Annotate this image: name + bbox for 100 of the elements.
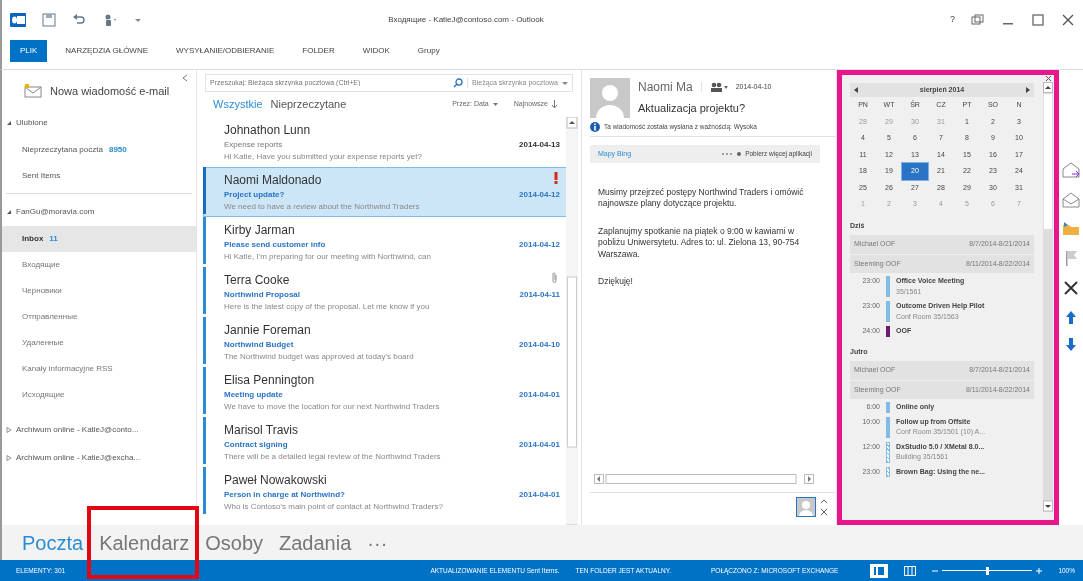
ribbon-tab[interactable]: WIDOK xyxy=(352,40,400,62)
message-item[interactable]: Paweł Nowakowski Person in charge at Northwind? Who is Contoso's main point of contact at Northwind Traders? 2014-04-01 xyxy=(203,466,567,517)
folder-item[interactable]: Kanały informacyjne RSS xyxy=(2,355,196,382)
preview-text: The Northwind budget was approved at today's board xyxy=(224,350,415,363)
nav-item[interactable]: Zadania xyxy=(275,527,356,558)
preview-text: We need to have a review about the Northwind Traders xyxy=(224,200,421,213)
zoom-slider[interactable] xyxy=(942,566,1033,575)
group-header[interactable]: FanGu@moravia.com xyxy=(16,205,95,218)
message-item[interactable]: Terra Cooke Northwind Proposal Here is the latest copy of the proposal. Let me know if you 2014-04-11 xyxy=(203,266,567,317)
reading-view-icon[interactable] xyxy=(904,565,917,576)
folder-item[interactable]: Входящие xyxy=(2,251,196,278)
ribbon-tab[interactable]: NARZĘDZIA GŁÓWNE xyxy=(55,40,159,62)
undo-icon[interactable] xyxy=(72,14,86,26)
caret-icon xyxy=(562,80,568,86)
filter-tab[interactable]: Nieprzeczytane xyxy=(270,96,347,113)
scrollbar[interactable] xyxy=(566,116,578,525)
close-icon[interactable] xyxy=(1061,14,1075,26)
folder-item[interactable]: Inbox 11 xyxy=(2,225,196,252)
message-item[interactable]: Kirby Jarman Please send customer info Hi Katie, I'm preparing for our meeting with Northwind, can 2014-04-12 xyxy=(203,216,567,267)
folder-item[interactable]: Archiwum online - KatieJ@conto... xyxy=(16,423,139,436)
sender-name: Kirby Jarman xyxy=(224,221,296,239)
outlook-logo-icon[interactable] xyxy=(10,12,26,28)
subject-text: Aktualizacja projektu? xyxy=(638,101,746,116)
folder-item[interactable]: Отправленные xyxy=(2,303,196,330)
down-arrow-icon xyxy=(552,100,557,109)
collapsed-icon[interactable] xyxy=(6,426,12,433)
message-item[interactable]: Marisol Travis Contract signing There will be a detailed legal review of the Northwind Traders 2014-04-01 xyxy=(203,416,567,467)
nav-item[interactable]: Osoby xyxy=(201,527,268,558)
folder-item[interactable]: Archiwum online - KatieJ@excha... xyxy=(16,451,141,464)
previous-month-icon[interactable] xyxy=(854,87,859,93)
preview-text: Hi Katie, Have you submitted your expense reports yet? xyxy=(224,150,423,163)
next-month-icon[interactable] xyxy=(1025,87,1030,93)
envelope-arrow-icon[interactable] xyxy=(1062,162,1080,178)
body-paragraph: Zaplanujmy spotkanie na piątek o 9:00 w kawiarni w pobliżu Uniwersytetu. Adres to: ul. Zielona 13, 90-754 Warszawa. xyxy=(598,225,801,261)
preview-text: There will be a detailed legal review of the Northwind Traders xyxy=(224,450,442,463)
ribbon-tab[interactable]: Grupy xyxy=(407,40,450,62)
horizontal-scrollbar[interactable] xyxy=(594,474,814,484)
scrollbar[interactable] xyxy=(1043,82,1053,512)
search-icon[interactable] xyxy=(453,78,463,88)
nav-item[interactable]: Kalendarz xyxy=(95,527,194,558)
people-icon[interactable] xyxy=(709,82,728,92)
unread-count: 8950 xyxy=(108,144,127,154)
sender-name: Terra Cooke xyxy=(224,271,291,289)
restore-icon[interactable] xyxy=(971,14,985,26)
expand-collapse-icon[interactable] xyxy=(820,497,828,517)
message-item[interactable]: Johnathon Lunn Expense reports Hi Katie, Have you submitted your expense reports yet? 2014-04-13 xyxy=(203,116,567,167)
delete-icon[interactable] xyxy=(1063,280,1079,296)
caret-icon[interactable] xyxy=(134,16,142,24)
flag-icon[interactable] xyxy=(1064,250,1078,266)
ribbon-tab[interactable]: FOLDER xyxy=(292,40,345,62)
message-item[interactable]: Naomi Maldonado Project update? We need to have a review about the Northwind Traders 2014-04-12 xyxy=(203,166,567,217)
expanded-icon[interactable] xyxy=(6,119,12,126)
folder-icon[interactable] xyxy=(1062,222,1080,236)
unread-count: 11 xyxy=(49,233,58,243)
preview-text: Hi Katie, I'm preparing for our meeting with Northwind, can xyxy=(224,250,432,263)
ribbon-tab[interactable]: WYSYŁANIE/ODBIERANIE xyxy=(166,40,285,62)
maximize-icon[interactable] xyxy=(1031,14,1045,26)
folder-item[interactable]: Удаленные xyxy=(2,329,196,356)
folder-item[interactable]: Исходящие xyxy=(2,381,196,408)
folder-item[interactable]: Nieprzeczytana poczta 8950 xyxy=(2,136,196,163)
date-text: 2014-04-01 xyxy=(519,488,560,501)
contact-icon[interactable] xyxy=(796,497,816,517)
zoom-in-icon[interactable] xyxy=(1036,567,1043,574)
message-item[interactable]: Jannie Foreman Northwind Budget The Northwind budget was approved at today's board 2014-04-10 xyxy=(203,316,567,367)
sender-name: Naomi Maldonado xyxy=(224,171,323,189)
info-icon xyxy=(590,122,600,132)
preview-text: We have to move the location for our next Northwind Traders xyxy=(224,400,441,413)
caret-icon xyxy=(492,101,498,107)
up-arrow-icon[interactable] xyxy=(1065,310,1077,324)
avatar-icon xyxy=(590,78,630,118)
group-header[interactable]: Ulubione xyxy=(16,116,48,129)
collapsed-icon[interactable] xyxy=(6,454,12,461)
sender-name: Paweł Nowakowski xyxy=(224,471,328,489)
ribbon-tab[interactable]: PLIK xyxy=(10,40,48,62)
filter-tab[interactable]: Wszystkie xyxy=(213,96,263,113)
collapse-icon[interactable] xyxy=(182,74,188,82)
date-text: 2014-04-12 xyxy=(519,188,560,201)
new-email-button[interactable]: Nowa wiadomość e-mail xyxy=(18,82,196,101)
date-text: 2014-04-01 xyxy=(519,438,560,451)
sender-name: Jannie Foreman xyxy=(224,321,312,339)
date-text: 2014-04-13 xyxy=(519,138,560,151)
nav-item[interactable]: ··· xyxy=(363,527,392,558)
bullet-icon xyxy=(737,152,742,156)
close-peek-icon[interactable] xyxy=(1044,75,1052,82)
down-arrow-icon[interactable] xyxy=(1065,338,1077,352)
slider-thumb[interactable] xyxy=(985,566,989,575)
expanded-icon[interactable] xyxy=(6,208,12,215)
more-icon xyxy=(721,152,734,156)
normal-view-icon[interactable] xyxy=(870,563,889,578)
date-text: 2014-04-12 xyxy=(519,238,560,251)
folder-item[interactable]: Черновики xyxy=(2,277,196,304)
help-button[interactable]: ? xyxy=(950,13,955,27)
sender-name: Elisa Pennington xyxy=(224,371,316,389)
message-item[interactable]: Elisa Pennington Meeting update We have to move the location for our next Northwind Traders 2014-04-01 xyxy=(203,366,567,417)
sender-name: Marisol Travis xyxy=(224,421,299,439)
date-text: 2014-04-11 xyxy=(519,288,560,301)
date-text: 2014-04-10 xyxy=(519,338,560,351)
folder-item[interactable]: Sent Items xyxy=(2,162,196,189)
open-envelope-icon[interactable] xyxy=(1062,192,1080,208)
preview-text: Who is Contoso's main point of contact at Northwind Traders? xyxy=(224,500,444,513)
